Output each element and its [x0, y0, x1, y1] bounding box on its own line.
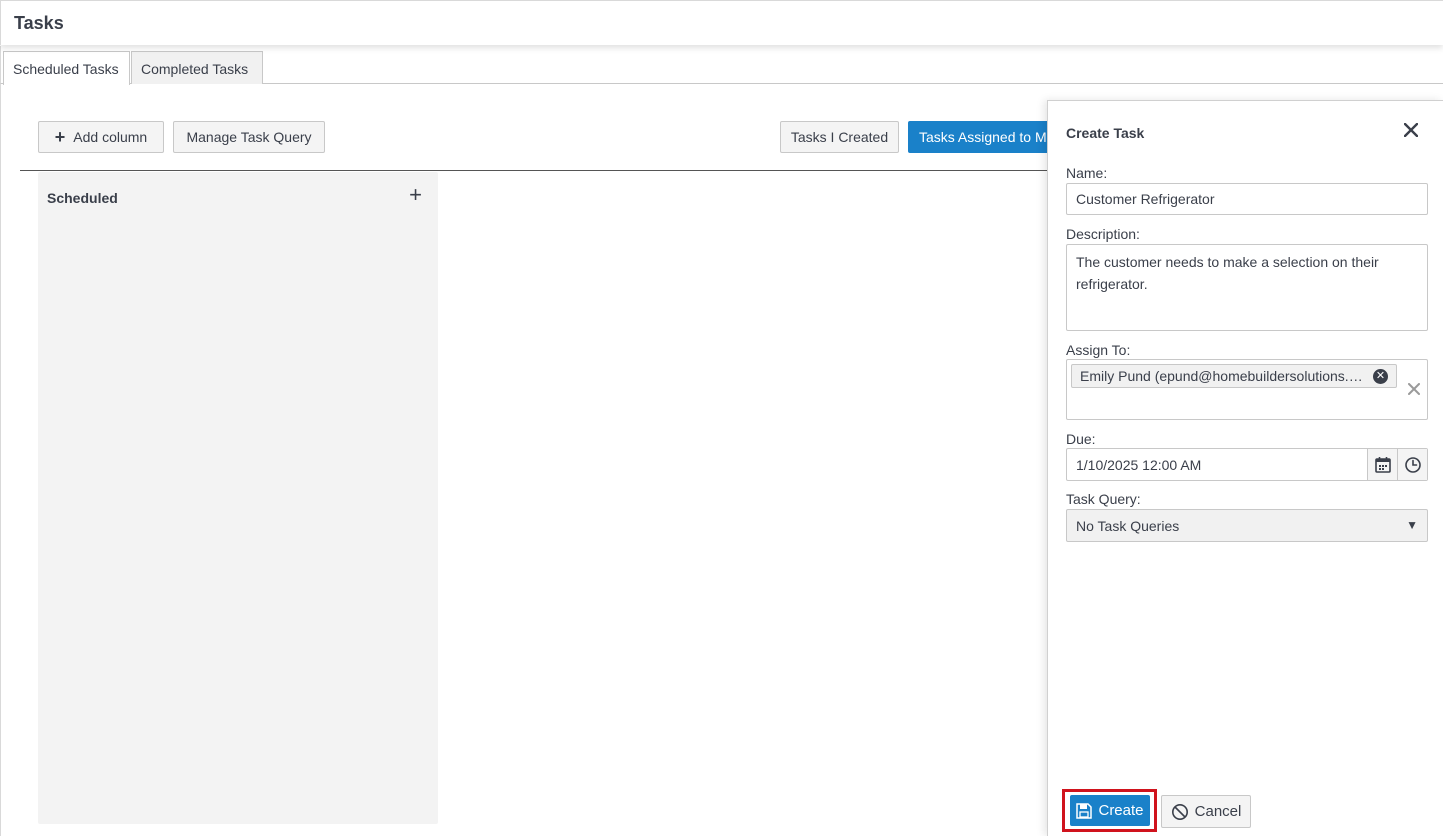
- page-title: Tasks: [14, 13, 64, 33]
- task-query-value: No Task Queries: [1076, 518, 1180, 534]
- assignee-chip-label: Emily Pund (epund@homebuildersolutions.c…: [1080, 368, 1380, 384]
- cancel-icon: [1171, 803, 1189, 821]
- description-label: Description:: [1066, 226, 1140, 242]
- remove-chip-icon[interactable]: ✕: [1373, 369, 1388, 384]
- cancel-button[interactable]: Cancel: [1161, 795, 1251, 828]
- due-label: Due:: [1066, 431, 1096, 447]
- add-column-label: Add column: [73, 129, 148, 145]
- create-button-label: Create: [1098, 802, 1144, 819]
- tabs-bar: Scheduled Tasks Completed Tasks: [0, 46, 1443, 85]
- add-task-plus-icon[interactable]: +: [409, 184, 422, 206]
- toolbar-divider: [20, 170, 1060, 171]
- caret-down-icon: ▼: [1406, 518, 1418, 532]
- name-label: Name:: [1066, 165, 1108, 181]
- tasks-assigned-to-me-button[interactable]: Tasks Assigned to Me: [908, 121, 1068, 153]
- app-header: Tasks: [0, 0, 1443, 45]
- create-task-panel: Create Task Name: Customer Refrigerator …: [1047, 100, 1443, 836]
- cancel-button-label: Cancel: [1194, 803, 1242, 820]
- save-icon: [1076, 802, 1093, 819]
- calendar-icon[interactable]: [1367, 449, 1397, 480]
- add-column-button[interactable]: + Add column: [38, 121, 164, 153]
- kanban-column-scheduled: Scheduled +: [38, 172, 438, 824]
- plus-icon: +: [54, 127, 66, 147]
- clock-icon[interactable]: [1397, 449, 1427, 480]
- due-date-value[interactable]: 1/10/2025 12:00 AM: [1076, 457, 1201, 473]
- close-icon[interactable]: [1403, 121, 1419, 141]
- tasks-i-created-button[interactable]: Tasks I Created: [780, 121, 899, 153]
- clear-all-icon[interactable]: [1408, 380, 1420, 398]
- panel-title: Create Task: [1066, 125, 1145, 141]
- assignee-chip: Emily Pund (epund@homebuildersolutions.c…: [1071, 364, 1397, 388]
- create-button[interactable]: Create: [1070, 795, 1150, 826]
- tab-scheduled-tasks[interactable]: Scheduled Tasks: [3, 51, 130, 85]
- name-input[interactable]: Customer Refrigerator: [1066, 183, 1428, 215]
- description-textarea[interactable]: The customer needs to make a selection o…: [1066, 244, 1428, 331]
- create-button-highlight: Create: [1062, 789, 1157, 832]
- manage-task-query-button[interactable]: Manage Task Query: [173, 121, 325, 153]
- assign-to-multiselect[interactable]: Emily Pund (epund@homebuildersolutions.c…: [1066, 359, 1428, 420]
- assign-to-label: Assign To:: [1066, 342, 1131, 358]
- kanban-column-title: Scheduled: [47, 190, 118, 206]
- task-query-label: Task Query:: [1066, 491, 1141, 507]
- task-query-select[interactable]: No Task Queries ▼: [1066, 509, 1428, 542]
- tab-completed-tasks[interactable]: Completed Tasks: [131, 51, 263, 84]
- due-datetime-picker[interactable]: 1/10/2025 12:00 AM: [1066, 448, 1428, 481]
